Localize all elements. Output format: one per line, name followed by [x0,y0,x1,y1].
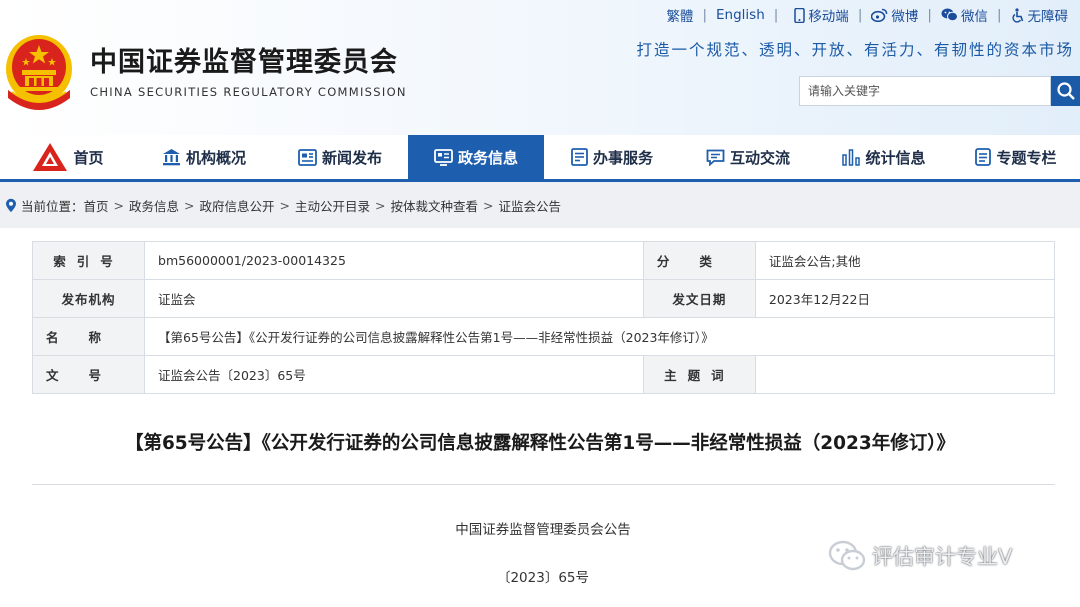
breadcrumb-item[interactable]: 政府信息公开 [200,196,275,215]
table-row: 索引号 bm56000001/2023-00014325 分类 证监会公告;其他 [31,241,1056,280]
category-label: 分类 [642,241,756,280]
service-icon [571,148,588,166]
separator: | [773,7,779,23]
weibo-link-label: 微博 [891,9,919,25]
watermark-text: 评估审计专业V [872,545,1013,569]
search-input[interactable]: 请输入关键字 [799,76,1051,106]
weibo-link[interactable]: 微博 [871,5,918,25]
index-value: bm56000001/2023-00014325 [144,241,644,280]
government-info-icon [434,148,453,166]
nav-label: 专题专栏 [996,148,1057,167]
nav-item-government-info[interactable]: 政务信息 [408,135,544,179]
accessibility-icon [1011,7,1023,23]
breadcrumb: 当前位置： 首页 > 政务信息 > 政府信息公开 > 主动公开目录 > 按体裁文… [0,182,1080,228]
article-org: 中国证券监督管理委员会公告 [455,522,631,538]
separator: | [996,7,1002,23]
nav-label: 首页 [73,148,104,167]
docno-label: 文号 [31,355,146,394]
name-value: 【第65号公告】《公开发行证券的公司信息披露解释性公告第1号——非经常性损益（2… [144,317,1055,356]
table-row: 发布机构 证监会 发文日期 2023年12月22日 [31,279,1056,318]
nav-label: 新闻发布 [321,148,382,167]
table-row: 名称 【第65号公告】《公开发行证券的公司信息披露解释性公告第1号——非经常性损… [31,317,1055,356]
building-icon [162,149,180,166]
breadcrumb-item[interactable]: 主动公开目录 [295,196,370,215]
document-info-table: 索引号 bm56000001/2023-00014325 分类 证监会公告;其他… [31,241,1056,394]
nav-label: 机构概况 [185,148,246,167]
separator: | [927,7,932,23]
site-subtitle: CHINA SECURITIES REGULATORY COMMISSION [90,85,407,99]
nav-label: 办事服务 [592,148,653,167]
nav-item-topics[interactable]: 专题专栏 [952,135,1080,179]
date-label: 发文日期 [642,279,756,318]
wechat-link[interactable]: 微信 [941,5,988,25]
slogan: 打造一个规范、透明、开放、有活力、有韧性的资本市场 [636,41,1074,59]
date-value: 2023年12月22日 [754,279,1056,318]
breadcrumb-prefix: 当前位置： [21,198,84,214]
chevron-right-icon: > [113,197,125,213]
nav-label: 政务信息 [457,148,518,167]
breadcrumb-item[interactable]: 按体裁文种查看 [391,196,479,215]
docno-value: 证监会公告〔2023〕65号 [144,355,644,394]
chevron-right-icon: > [279,197,291,213]
national-emblem-icon[interactable] [4,32,74,112]
search-button[interactable] [1051,76,1080,106]
publisher-value: 证监会 [144,279,644,318]
home-logo-icon [33,143,68,171]
english-link[interactable]: English [716,7,765,23]
breadcrumb-item[interactable]: 证监会公告 [499,196,562,215]
nav-label: 互动交流 [729,148,790,167]
keywords-label: 主题词 [642,355,756,394]
index-label: 索引号 [31,241,146,280]
nav-item-interaction[interactable]: 互动交流 [680,135,816,179]
wechat-watermark-icon [828,540,866,571]
chat-icon [706,149,725,166]
search-icon [1056,82,1075,100]
divider [32,484,1055,485]
site-header: 中国证券监督管理委员会 CHINA SECURITIES REGULATORY … [0,0,1080,135]
statistics-icon [842,148,861,166]
category-value: 证监会公告;其他 [754,241,1056,280]
nav-item-services[interactable]: 办事服务 [544,135,680,179]
traditional-chinese-link[interactable]: 繁體 [666,5,693,25]
wechat-icon [941,8,958,22]
topic-icon [975,148,992,166]
top-links-bar: 繁體 | English | 移动端 | 微博 | 微信 | 无障碍 [666,5,1068,25]
nav-item-institution[interactable]: 机构概况 [136,135,272,179]
main-nav: 首页 机构概况 新闻发布 政务信息 办事服务 互动交流 统计信息 专题专栏 [0,135,1080,182]
nav-item-home[interactable]: 首页 [0,135,136,179]
location-pin-icon [6,198,16,212]
name-label: 名称 [31,317,146,356]
accessibility-link-label: 无障碍 [1027,9,1069,25]
nav-item-statistics[interactable]: 统计信息 [816,135,952,179]
breadcrumb-item[interactable]: 首页 [84,196,109,215]
keywords-value [754,355,1056,394]
accessibility-link[interactable]: 无障碍 [1011,5,1069,25]
table-row: 文号 证监会公告〔2023〕65号 主题词 [31,355,1056,394]
breadcrumb-item[interactable]: 政务信息 [129,196,179,215]
article-title: 【第65号公告】《公开发行证券的公司信息披露解释性公告第1号——非经常性损益（2… [124,433,956,454]
site-title[interactable]: 中国证券监督管理委员会 [90,40,398,79]
wechat-link-label: 微信 [960,9,988,25]
publisher-label: 发布机构 [31,279,146,318]
mobile-link-label: 移动端 [808,9,849,25]
chevron-right-icon: > [483,197,494,213]
mobile-phone-icon [794,7,806,23]
watermark: 评估审计专业V [828,540,1012,572]
separator: | [857,7,863,23]
chevron-right-icon: > [375,197,386,213]
chevron-right-icon: > [184,197,195,213]
news-icon [298,148,317,166]
weibo-icon [871,8,888,22]
nav-label: 统计信息 [865,148,926,167]
separator: | [702,7,707,23]
nav-item-news[interactable]: 新闻发布 [272,135,408,179]
mobile-link[interactable]: 移动端 [794,5,849,25]
